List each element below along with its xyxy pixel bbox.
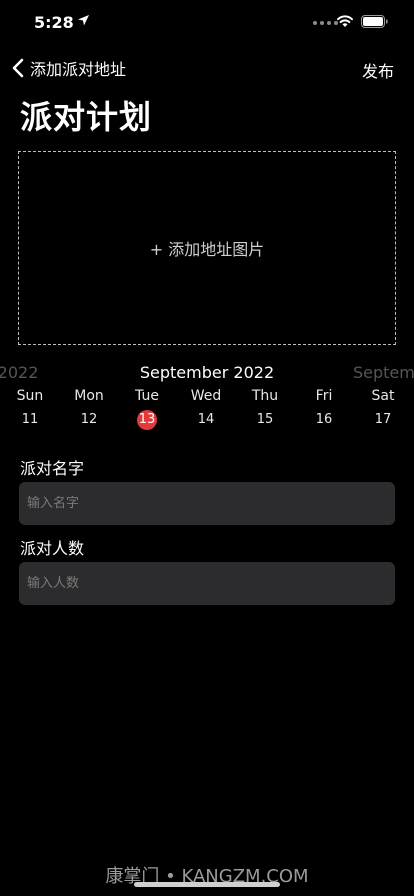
day-fri[interactable]: Fri 16: [299, 388, 349, 430]
selected-day-number: 13: [137, 410, 157, 430]
party-name-input[interactable]: [19, 482, 395, 525]
back-button[interactable]: 添加派对地址: [12, 54, 126, 82]
day-sun[interactable]: Sun 11: [5, 388, 55, 430]
battery-icon: [361, 15, 388, 28]
day-number: 17: [374, 412, 392, 427]
day-of-week: Sat: [371, 388, 395, 404]
nav-bar: 添加派对地址 发布: [0, 52, 414, 84]
day-number: 11: [21, 412, 39, 427]
day-number: 12: [80, 412, 98, 427]
day-mon[interactable]: Mon 12: [64, 388, 114, 430]
wifi-icon: [337, 15, 353, 27]
next-month-label[interactable]: Septem: [353, 363, 414, 382]
status-bar: 5:28: [0, 0, 414, 44]
status-time: 5:28: [34, 13, 74, 32]
party-name-label: 派对名字: [20, 459, 85, 478]
day-number: 14: [197, 412, 215, 427]
day-of-week: Sun: [16, 388, 44, 404]
signal-dots-icon: [313, 21, 338, 25]
day-of-week: Tue: [135, 388, 159, 404]
party-count-input[interactable]: [19, 562, 395, 605]
current-month-label: September 2022: [139, 363, 275, 382]
back-label: 添加派对地址: [30, 60, 127, 79]
party-count-label: 派对人数: [20, 539, 85, 558]
day-number: 15: [256, 412, 274, 427]
day-wed[interactable]: Wed 14: [181, 388, 231, 430]
publish-button[interactable]: 发布: [362, 58, 394, 82]
home-indicator[interactable]: [134, 882, 280, 887]
day-of-week: Wed: [190, 388, 222, 404]
chevron-left-icon: [12, 58, 24, 78]
day-tue[interactable]: Tue 13: [122, 388, 172, 430]
location-arrow-icon: [78, 15, 89, 26]
day-of-week: Thu: [251, 388, 279, 404]
add-image-label: + 添加地址图片: [149, 240, 265, 259]
day-of-week: Fri: [315, 388, 333, 404]
week-calendar[interactable]: ber 2022 September 2022 Septem Sun 11 Mo…: [0, 360, 414, 430]
add-image-button[interactable]: + 添加地址图片: [18, 151, 396, 345]
day-sat[interactable]: Sat 17: [358, 388, 408, 430]
day-of-week: Mon: [74, 388, 104, 404]
day-thu[interactable]: Thu 15: [240, 388, 290, 430]
page-title: 派对计划: [20, 98, 153, 136]
day-number: 16: [315, 412, 333, 427]
